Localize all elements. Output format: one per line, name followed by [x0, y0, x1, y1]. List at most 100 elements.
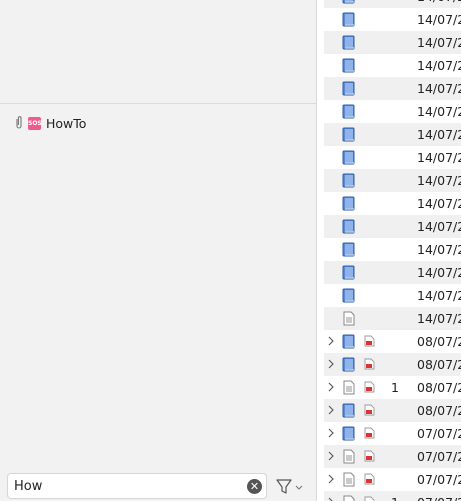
- document-icon: [342, 311, 356, 326]
- expand-chevron-icon[interactable]: [326, 496, 336, 501]
- item-row[interactable]: 07/07/2: [317, 468, 461, 491]
- date-added: 07/07/2: [417, 449, 461, 464]
- book-icon: [342, 150, 356, 165]
- item-row[interactable]: 08/07/2: [317, 399, 461, 422]
- book-icon: [342, 334, 356, 349]
- book-icon: [342, 12, 356, 27]
- book-icon: [342, 357, 356, 372]
- tag-item-howto[interactable]: SOS HowTo: [14, 113, 86, 133]
- book-icon: [342, 104, 356, 119]
- item-row[interactable]: 14/07/2: [317, 169, 461, 192]
- expand-chevron-icon[interactable]: [326, 404, 336, 416]
- date-added: 14/07/2: [417, 242, 461, 257]
- book-icon: [342, 426, 356, 441]
- date-added: 14/07/2: [417, 311, 461, 326]
- date-added: 07/07/2: [417, 495, 461, 501]
- date-added: 14/07/2: [417, 219, 461, 234]
- pane-divider[interactable]: [0, 103, 316, 104]
- item-row[interactable]: 14/07/2: [317, 100, 461, 123]
- sos-emoji-icon: SOS: [28, 116, 42, 130]
- item-row[interactable]: 14/07/2: [317, 0, 461, 8]
- item-row[interactable]: 14/07/2: [317, 146, 461, 169]
- date-added: 07/07/2: [417, 426, 461, 441]
- pdf-attachment-icon[interactable]: [364, 335, 375, 347]
- date-added: 14/07/2: [417, 35, 461, 50]
- pdf-attachment-icon[interactable]: [364, 381, 375, 393]
- item-row[interactable]: 14/07/2: [317, 31, 461, 54]
- tag-label: HowTo: [46, 115, 87, 131]
- left-pane: SOS HowTo ✕: [0, 0, 316, 501]
- book-icon: [342, 173, 356, 188]
- item-row[interactable]: 14/07/2: [317, 238, 461, 261]
- tag-filter-box: ✕: [7, 473, 267, 499]
- book-icon: [342, 242, 356, 257]
- date-added: 07/07/2: [417, 472, 461, 487]
- expand-chevron-icon[interactable]: [326, 335, 336, 347]
- pdf-attachment-icon[interactable]: [364, 496, 375, 501]
- book-icon: [342, 288, 356, 303]
- date-added: 14/07/2: [417, 127, 461, 142]
- tag-filter-input[interactable]: [14, 477, 234, 495]
- item-row[interactable]: 14/07/2: [317, 284, 461, 307]
- expand-chevron-icon[interactable]: [326, 381, 336, 393]
- item-row[interactable]: 07/07/2: [317, 422, 461, 445]
- date-added: 08/07/2: [417, 403, 461, 418]
- date-added: 14/07/2: [417, 104, 461, 119]
- pdf-attachment-icon[interactable]: [364, 358, 375, 370]
- date-added: 14/07/2: [417, 58, 461, 73]
- document-icon: [342, 449, 356, 464]
- item-row[interactable]: 08/07/2: [317, 353, 461, 376]
- date-added: 14/07/2: [417, 265, 461, 280]
- notes-count: 1: [391, 495, 399, 501]
- pdf-attachment-icon[interactable]: [364, 427, 375, 439]
- expand-chevron-icon[interactable]: [326, 358, 336, 370]
- clear-search-icon[interactable]: ✕: [247, 479, 262, 494]
- item-row[interactable]: 14/07/2: [317, 8, 461, 31]
- date-added: 14/07/2: [417, 0, 461, 4]
- item-row[interactable]: 1 08/07/2: [317, 376, 461, 399]
- pdf-attachment-icon[interactable]: [364, 473, 375, 485]
- item-row[interactable]: 08/07/2: [317, 330, 461, 353]
- expand-chevron-icon[interactable]: [326, 473, 336, 485]
- date-added: 14/07/2: [417, 196, 461, 211]
- date-added: 08/07/2: [417, 357, 461, 372]
- book-icon: [342, 35, 356, 50]
- document-icon: [342, 472, 356, 487]
- book-icon: [342, 127, 356, 142]
- book-icon: [342, 219, 356, 234]
- filter-icon: [276, 479, 303, 494]
- item-row[interactable]: 14/07/2: [317, 215, 461, 238]
- date-added: 14/07/2: [417, 173, 461, 188]
- item-row[interactable]: 07/07/2: [317, 445, 461, 468]
- date-added: 08/07/2: [417, 380, 461, 395]
- book-icon: [342, 196, 356, 211]
- item-row[interactable]: 14/07/2: [317, 261, 461, 284]
- item-row[interactable]: 14/07/2: [317, 192, 461, 215]
- date-added: 14/07/2: [417, 81, 461, 96]
- items-rows: 14/07/2 14/07/2 14/07/2 14/07/2 14/07/2 14/07…: [317, 0, 461, 501]
- item-row[interactable]: 14/07/2: [317, 77, 461, 100]
- item-row[interactable]: 14/07/2: [317, 307, 461, 330]
- item-row[interactable]: 14/07/2: [317, 123, 461, 146]
- date-added: 08/07/2: [417, 334, 461, 349]
- book-icon: [342, 81, 356, 96]
- date-added: 14/07/2: [417, 288, 461, 303]
- document-icon: [342, 495, 356, 501]
- book-icon: [342, 0, 356, 4]
- book-icon: [342, 265, 356, 280]
- pdf-attachment-icon[interactable]: [364, 404, 375, 416]
- items-list: 14/07/2 14/07/2 14/07/2 14/07/2 14/07/2 14/07…: [317, 0, 461, 501]
- document-icon: [342, 380, 356, 395]
- item-row[interactable]: 14/07/2: [317, 54, 461, 77]
- expand-chevron-icon[interactable]: [326, 427, 336, 439]
- tag-selector-actions-button[interactable]: [276, 478, 306, 496]
- pdf-attachment-icon[interactable]: [364, 450, 375, 462]
- notes-count: 1: [391, 380, 399, 395]
- date-added: 14/07/2: [417, 12, 461, 27]
- book-icon: [342, 403, 356, 418]
- date-added: 14/07/2: [417, 150, 461, 165]
- expand-chevron-icon[interactable]: [326, 450, 336, 462]
- clip-icon: [14, 116, 24, 130]
- item-row[interactable]: 1 07/07/2: [317, 491, 461, 501]
- collection-pane-top: [0, 0, 316, 103]
